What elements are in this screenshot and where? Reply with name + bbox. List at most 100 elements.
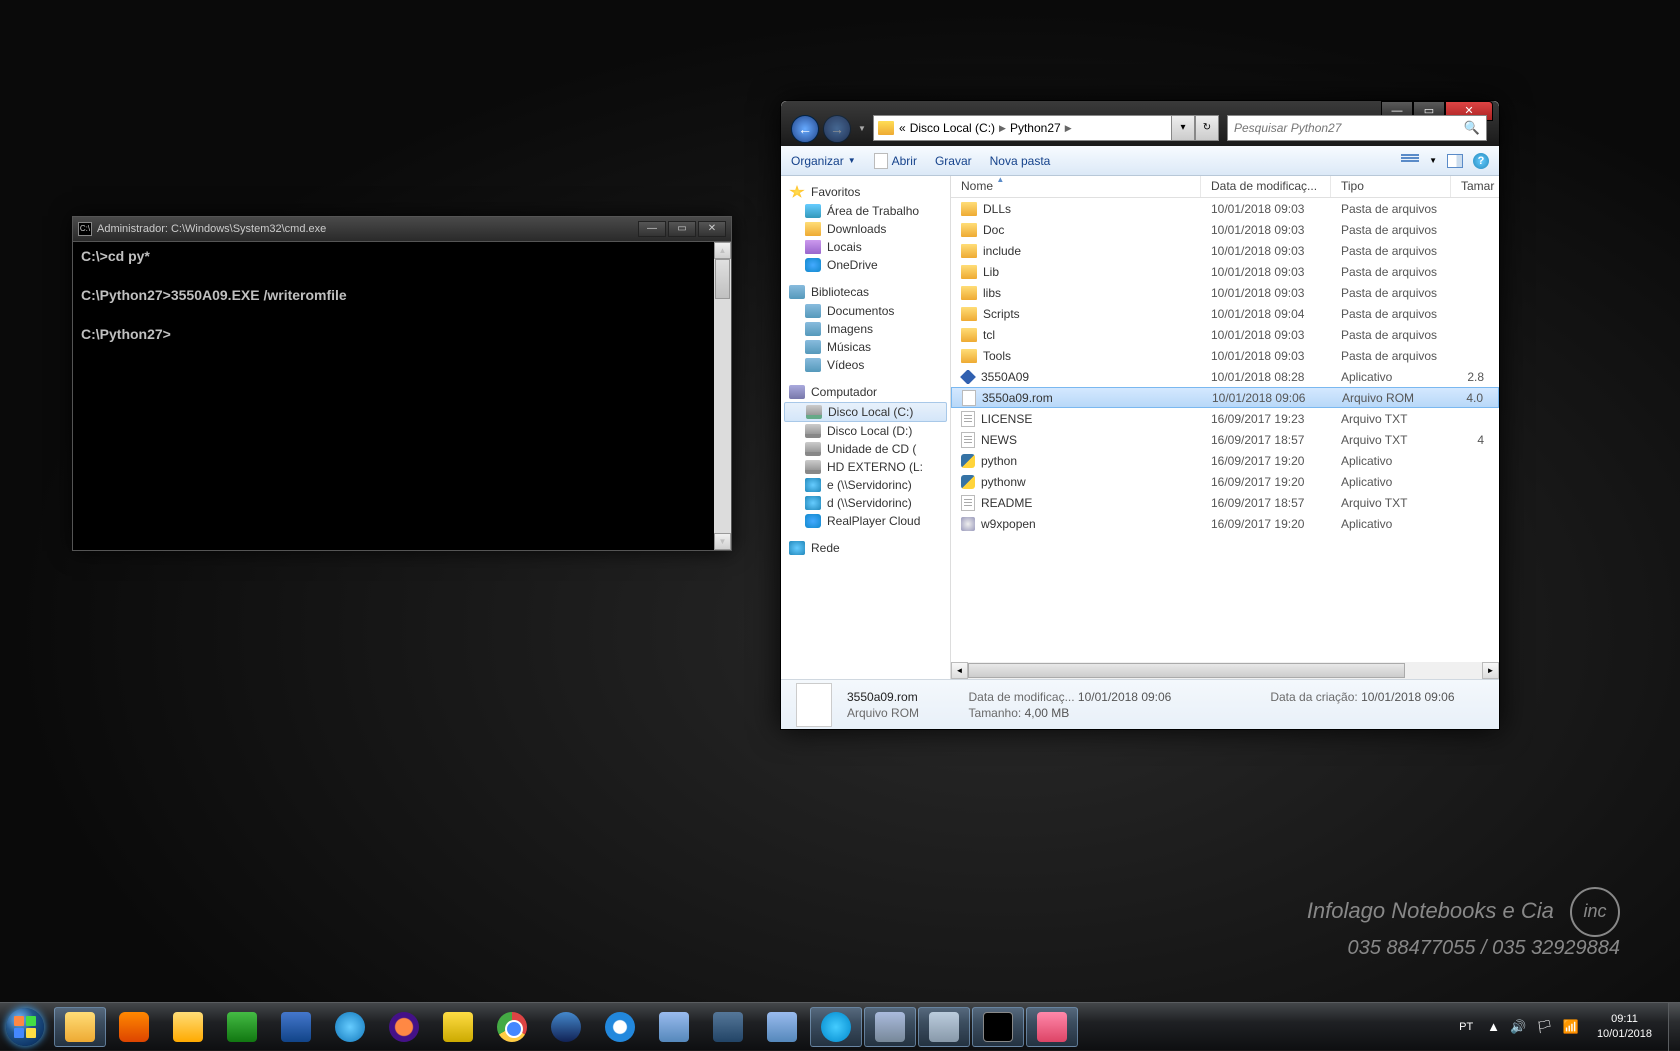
volume-icon[interactable]: 🔊 (1510, 1019, 1526, 1035)
taskbar-app-skype[interactable] (810, 1007, 862, 1047)
cmd-titlebar[interactable]: C:\ Administrador: C:\Windows\System32\c… (73, 217, 731, 242)
breadcrumb-item[interactable]: Disco Local (C:) (910, 121, 995, 135)
scroll-down-button[interactable]: ▼ (714, 533, 731, 550)
taskbar-app-wmp[interactable] (108, 1007, 160, 1047)
taskbar-app[interactable] (864, 1007, 916, 1047)
scroll-thumb[interactable] (715, 259, 730, 299)
sidebar-item[interactable]: Vídeos (781, 356, 950, 374)
taskbar-app[interactable] (702, 1007, 754, 1047)
chevron-right-icon[interactable]: ▶ (1065, 123, 1072, 134)
address-bar[interactable]: « Disco Local (C:) ▶ Python27 ▶ (873, 115, 1199, 141)
taskbar-app-outlook[interactable] (162, 1007, 214, 1047)
sidebar-item[interactable]: RealPlayer Cloud (781, 512, 950, 530)
open-button[interactable]: Abrir (874, 153, 917, 169)
breadcrumb-item[interactable]: Python27 (1010, 121, 1061, 135)
file-row[interactable]: Lib10/01/2018 09:03Pasta de arquivos (951, 261, 1499, 282)
start-button[interactable] (0, 1003, 50, 1051)
scroll-up-button[interactable]: ▲ (714, 242, 731, 259)
libraries-header[interactable]: Bibliotecas (781, 282, 950, 302)
file-row[interactable]: tcl10/01/2018 09:03Pasta de arquivos (951, 324, 1499, 345)
clock[interactable]: 09:11 10/01/2018 (1589, 1012, 1660, 1041)
taskbar-app[interactable] (432, 1007, 484, 1047)
sidebar-item[interactable]: Documentos (781, 302, 950, 320)
file-row[interactable]: Doc10/01/2018 09:03Pasta de arquivos (951, 219, 1499, 240)
scroll-right-button[interactable]: ► (1482, 662, 1499, 679)
system-tray[interactable]: PT ▲ 🔊 🏳 📶 09:11 10/01/2018 (1447, 1003, 1668, 1050)
network-icon[interactable]: 📶 (1563, 1019, 1579, 1035)
file-row[interactable]: README16/09/2017 18:57Arquivo TXT (951, 492, 1499, 513)
sidebar-item[interactable]: Unidade de CD ( (781, 440, 950, 458)
taskbar-app-word[interactable] (270, 1007, 322, 1047)
taskbar-app-cmd[interactable] (972, 1007, 1024, 1047)
cmd-output[interactable]: C:\>cd py* C:\Python27>3550A09.EXE /writ… (73, 242, 731, 550)
taskbar-app-firefox[interactable] (378, 1007, 430, 1047)
nav-history-dropdown[interactable]: ▼ (855, 119, 869, 139)
sidebar-item[interactable]: OneDrive (781, 256, 950, 274)
preview-pane-button[interactable] (1447, 154, 1463, 168)
explorer-titlebar[interactable]: — ▭ ✕ ← → ▼ « Disco Local (C:) ▶ Python2… (781, 101, 1499, 146)
file-row[interactable]: Scripts10/01/2018 09:04Pasta de arquivos (951, 303, 1499, 324)
file-row[interactable]: include10/01/2018 09:03Pasta de arquivos (951, 240, 1499, 261)
file-row[interactable]: 3550A0910/01/2018 08:28Aplicativo2.8 (951, 366, 1499, 387)
refresh-button[interactable]: ↻ (1195, 115, 1219, 141)
chevron-right-icon[interactable]: ▶ (999, 123, 1006, 134)
explorer-window[interactable]: — ▭ ✕ ← → ▼ « Disco Local (C:) ▶ Python2… (780, 100, 1500, 730)
taskbar-app-snip[interactable] (1026, 1007, 1078, 1047)
close-button[interactable]: ✕ (698, 221, 726, 237)
address-dropdown-button[interactable]: ▾ (1171, 115, 1195, 141)
taskbar-app-explorer[interactable] (54, 1007, 106, 1047)
file-row[interactable]: NEWS16/09/2017 18:57Arquivo TXT4 (951, 429, 1499, 450)
file-row[interactable]: Tools10/01/2018 09:03Pasta de arquivos (951, 345, 1499, 366)
taskbar-app-ie[interactable] (324, 1007, 376, 1047)
column-size[interactable]: Tamar (1451, 176, 1499, 197)
cmd-scrollbar[interactable]: ▲ ▼ (714, 242, 731, 550)
sidebar-item[interactable]: d (\\Servidorinc) (781, 494, 950, 512)
burn-button[interactable]: Gravar (935, 154, 972, 168)
sidebar-item[interactable]: Área de Trabalho (781, 202, 950, 220)
file-row[interactable]: python16/09/2017 19:20Aplicativo (951, 450, 1499, 471)
sidebar-item[interactable]: Músicas (781, 338, 950, 356)
file-row[interactable]: pythonw16/09/2017 19:20Aplicativo (951, 471, 1499, 492)
scroll-left-button[interactable]: ◄ (951, 662, 968, 679)
taskbar-app-chrome[interactable] (486, 1007, 538, 1047)
nav-forward-button[interactable]: → (823, 115, 851, 143)
navigation-pane[interactable]: Favoritos Área de Trabalho Downloads Loc… (781, 176, 951, 679)
taskbar-app-thunderbird[interactable] (540, 1007, 592, 1047)
file-row[interactable]: LICENSE16/09/2017 19:23Arquivo TXT (951, 408, 1499, 429)
taskbar-app-teamviewer[interactable] (594, 1007, 646, 1047)
nav-back-button[interactable]: ← (791, 115, 819, 143)
sidebar-item[interactable]: Downloads (781, 220, 950, 238)
cmd-window[interactable]: C:\ Administrador: C:\Windows\System32\c… (72, 216, 732, 551)
minimize-button[interactable]: — (638, 221, 666, 237)
sidebar-item[interactable]: Disco Local (D:) (781, 422, 950, 440)
file-row[interactable]: libs10/01/2018 09:03Pasta de arquivos (951, 282, 1499, 303)
taskbar-app-excel[interactable] (216, 1007, 268, 1047)
search-field[interactable] (1234, 121, 1464, 135)
computer-header[interactable]: Computador (781, 382, 950, 402)
horizontal-scrollbar[interactable]: ◄ ► (951, 662, 1499, 679)
new-folder-button[interactable]: Nova pasta (990, 154, 1051, 168)
taskbar-app[interactable] (756, 1007, 808, 1047)
file-row[interactable]: w9xpopen16/09/2017 19:20Aplicativo (951, 513, 1499, 534)
favorites-header[interactable]: Favoritos (781, 182, 950, 202)
flag-icon[interactable]: 🏳 (1536, 1019, 1553, 1035)
file-row[interactable]: DLLs10/01/2018 09:03Pasta de arquivos (951, 198, 1499, 219)
sidebar-item[interactable]: Disco Local (C:) (784, 402, 947, 422)
column-date[interactable]: Data de modificaç... (1201, 176, 1331, 197)
file-row[interactable]: 3550a09.rom10/01/2018 09:06Arquivo ROM4.… (951, 387, 1499, 408)
file-list[interactable]: Nome ▲ Data de modificaç... Tipo Tamar D… (951, 176, 1499, 679)
sidebar-item[interactable]: HD EXTERNO (L: (781, 458, 950, 476)
taskbar-app[interactable] (648, 1007, 700, 1047)
sidebar-item[interactable]: Imagens (781, 320, 950, 338)
sidebar-item[interactable]: e (\\Servidorinc) (781, 476, 950, 494)
scroll-thumb[interactable] (968, 663, 1405, 678)
column-name[interactable]: Nome ▲ (951, 176, 1201, 197)
organize-menu[interactable]: Organizar ▼ (791, 154, 856, 168)
column-type[interactable]: Tipo (1331, 176, 1451, 197)
maximize-button[interactable]: ▭ (668, 221, 696, 237)
taskbar[interactable]: PT ▲ 🔊 🏳 📶 09:11 10/01/2018 (0, 1002, 1680, 1050)
search-input[interactable]: 🔍 (1227, 115, 1487, 141)
sidebar-item[interactable]: Locais (781, 238, 950, 256)
language-indicator[interactable]: PT (1455, 1021, 1477, 1033)
taskbar-app-calc[interactable] (918, 1007, 970, 1047)
